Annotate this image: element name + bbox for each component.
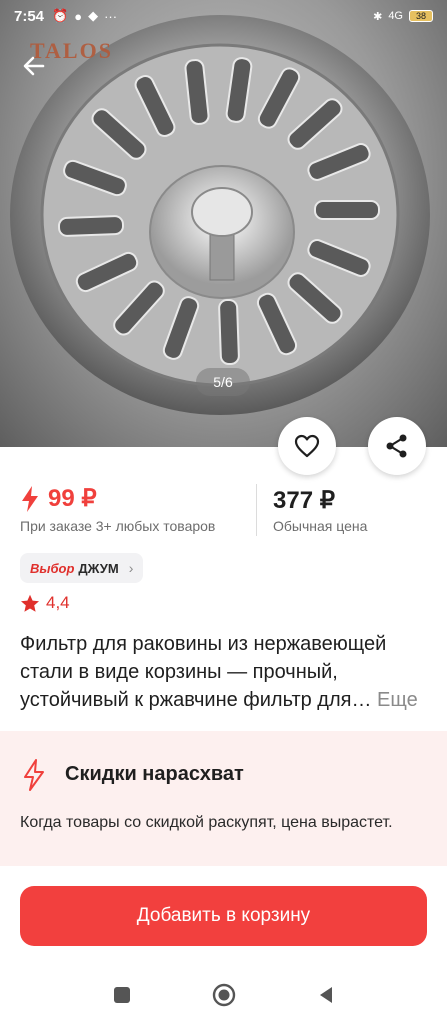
price-block: 99 ₽ При заказе 3+ любых товаров 377 ₽ О… [20, 482, 430, 542]
bolt-icon [24, 759, 44, 791]
battery-icon: 38 [409, 10, 433, 22]
share-icon [386, 434, 407, 458]
deal-text: Когда товары со скидкой раскупят, цена в… [20, 814, 393, 831]
promo-condition: При заказе 3+ любых товаров [20, 518, 216, 534]
nav-back-icon[interactable] [316, 985, 336, 1005]
deal-title: Скидки нарасхват [65, 763, 244, 785]
system-nav-bar [0, 965, 447, 1024]
description-line: стали в виде корзины — прочный, [20, 661, 338, 683]
regular-price-label: Обычная цена [273, 518, 368, 534]
network-label: 4G [388, 10, 403, 22]
bluetooth-icon: ✱ [373, 10, 383, 23]
regular-price: 377 ₽ [273, 487, 335, 514]
bolt-icon [22, 485, 38, 512]
status-time: 7:54 [14, 7, 45, 25]
promo-price-row: 99 ₽ [20, 484, 97, 513]
status-bar: 7:54 ⏰ ● ◆ ··· ✱ 4G 38 [0, 0, 447, 32]
favorite-button[interactable] [278, 417, 336, 475]
badge-brand: Выбор [30, 560, 75, 576]
promo-price: 99 ₽ [48, 485, 97, 512]
deal-panel: Скидки нарасхват Когда товары со скидкой… [0, 731, 447, 866]
share-button[interactable] [368, 417, 426, 475]
product-screen: 7:54 ⏰ ● ◆ ··· ✱ 4G 38 TALOS 5/6 99 ₽ Пр… [0, 0, 447, 1024]
back-arrow-icon [23, 56, 45, 76]
system-icons: ✱ 4G 38 [373, 10, 433, 23]
more-link[interactable]: Еще [377, 689, 418, 711]
product-image[interactable]: 7:54 ⏰ ● ◆ ··· ✱ 4G 38 TALOS 5/6 [0, 0, 447, 447]
notification-icons: ⏰ ● ◆ ··· [52, 8, 117, 24]
image-pager: 5/6 [196, 368, 250, 396]
heart-icon [294, 434, 320, 458]
rating[interactable]: 4,4 [20, 593, 70, 613]
chat-icon: ● [74, 8, 83, 24]
add-to-cart-button[interactable]: Добавить в корзину [20, 886, 427, 946]
badge-label: ДЖУМ [78, 560, 119, 576]
back-button[interactable] [14, 46, 54, 86]
nav-circle-icon[interactable] [212, 983, 236, 1007]
brand-choice-badge[interactable]: Выбор ДЖУМ › [20, 553, 144, 583]
alarm-icon: ⏰ [52, 8, 69, 23]
chevron-right-icon: › [128, 560, 134, 576]
description-line: Фильтр для раковины из нержавеющей [20, 633, 387, 655]
star-icon [21, 594, 39, 612]
nav-square-icon[interactable] [112, 985, 132, 1005]
price-divider [256, 484, 257, 536]
description-line-last: устойчивый к ржавчине фильтр для… Еще [20, 686, 430, 714]
rating-value: 4,4 [46, 593, 70, 612]
app-icon: ◆ [88, 8, 99, 23]
product-description: Фильтр для раковины из нержавеющей стали… [20, 630, 430, 714]
description-line-text: устойчивый к ржавчине фильтр для… [20, 689, 372, 711]
more-notifications-icon: ··· [104, 8, 118, 24]
